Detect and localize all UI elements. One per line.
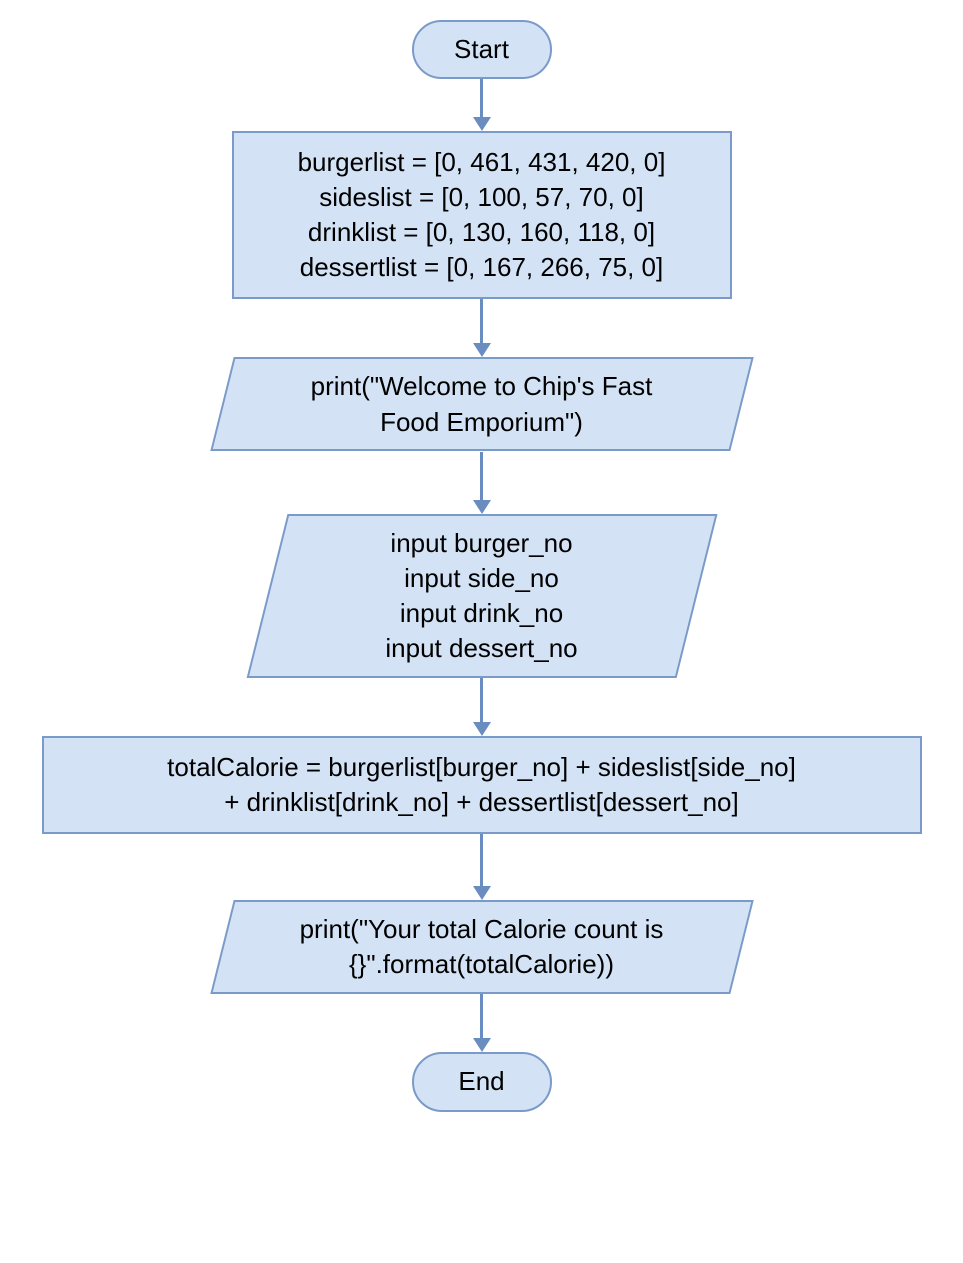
code-line: input side_no — [385, 561, 577, 596]
calc-node: totalCalorie = burgerlist[burger_no] + s… — [42, 736, 922, 834]
arrow-head — [473, 722, 491, 736]
code-line: + drinklist[drink_no] + dessertlist[dess… — [167, 785, 796, 820]
arrow-head — [473, 886, 491, 900]
code-line: input dessert_no — [385, 631, 577, 666]
print-result-node: print("Your total Calorie count is {}".f… — [222, 900, 742, 994]
arrow-line — [480, 299, 483, 343]
io-text: print("Your total Calorie count is {}".f… — [300, 912, 664, 982]
arrow — [473, 299, 491, 357]
arrow — [473, 452, 491, 514]
arrow-head — [473, 117, 491, 131]
process-text: totalCalorie = burgerlist[burger_no] + s… — [167, 750, 796, 820]
input-node: input burger_no input side_no input drin… — [267, 514, 697, 678]
code-line: print("Welcome to Chip's Fast — [311, 369, 653, 404]
code-line: input burger_no — [385, 526, 577, 561]
code-line: sideslist = [0, 100, 57, 70, 0] — [298, 180, 666, 215]
arrow-line — [480, 79, 483, 117]
arrow-head — [473, 500, 491, 514]
code-line: {}".format(totalCalorie)) — [300, 947, 664, 982]
code-line: totalCalorie = burgerlist[burger_no] + s… — [167, 750, 796, 785]
code-line: print("Your total Calorie count is — [300, 912, 664, 947]
init-lists-node: burgerlist = [0, 461, 431, 420, 0] sides… — [232, 131, 732, 299]
arrow-line — [480, 678, 483, 722]
arrow — [473, 994, 491, 1052]
code-line: dessertlist = [0, 167, 266, 75, 0] — [298, 250, 666, 285]
end-label: End — [458, 1064, 504, 1099]
start-label: Start — [454, 32, 509, 67]
arrow — [473, 79, 491, 131]
flowchart: Start burgerlist = [0, 461, 431, 420, 0]… — [42, 20, 922, 1112]
arrow — [473, 678, 491, 736]
code-line: input drink_no — [385, 596, 577, 631]
io-text: input burger_no input side_no input drin… — [385, 526, 577, 666]
code-line: Food Emporium") — [311, 405, 653, 440]
code-line: burgerlist = [0, 461, 431, 420, 0] — [298, 145, 666, 180]
arrow-head — [473, 1038, 491, 1052]
process-text: burgerlist = [0, 461, 431, 420, 0] sides… — [298, 145, 666, 285]
arrow-line — [480, 834, 483, 886]
arrow — [473, 834, 491, 900]
arrow-line — [480, 994, 483, 1038]
start-node: Start — [412, 20, 552, 79]
print-welcome-node: print("Welcome to Chip's Fast Food Empor… — [222, 357, 742, 451]
end-node: End — [412, 1052, 552, 1111]
io-text: print("Welcome to Chip's Fast Food Empor… — [311, 369, 653, 439]
code-line: drinklist = [0, 130, 160, 118, 0] — [298, 215, 666, 250]
arrow-head — [473, 343, 491, 357]
arrow-line — [480, 452, 483, 500]
